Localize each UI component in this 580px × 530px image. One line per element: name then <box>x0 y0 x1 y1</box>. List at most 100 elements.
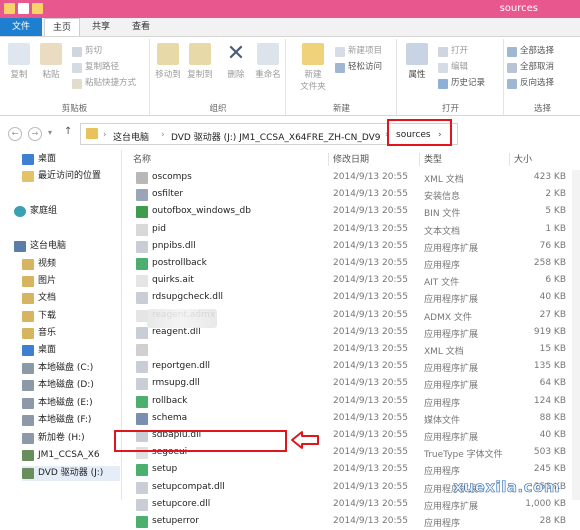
new-folder-button[interactable]: 新建 文件夹 <box>295 43 331 92</box>
nav-jm1-drive[interactable]: JM1_CCSA_X6 <box>22 448 100 463</box>
file-date: 2014/9/13 20:55 <box>333 378 408 389</box>
nav-desktop[interactable]: 桌面 <box>22 152 56 167</box>
file-row[interactable]: postrollback 2014/9/13 20:55 应用程序 258 KB <box>123 256 580 272</box>
new-folder-icon <box>302 43 324 65</box>
easy-access-button[interactable]: 轻松访问 <box>335 61 382 74</box>
history-button[interactable]: 历史记录 <box>438 77 485 90</box>
file-row[interactable]: setup 2014/9/13 20:55 应用程序 245 KB <box>123 462 580 478</box>
file-type: AIT 文件 <box>424 278 460 289</box>
column-size[interactable]: 大小 <box>514 152 532 168</box>
paste-button[interactable]: 粘贴 <box>36 43 66 80</box>
music-folder-icon <box>22 328 34 339</box>
column-separator[interactable] <box>328 153 329 166</box>
new-folder-icon[interactable] <box>32 3 43 14</box>
nav-thispc[interactable]: 这台电脑 <box>14 239 66 254</box>
new-item-button[interactable]: 新建项目 <box>335 45 382 58</box>
file-row[interactable]: setupcore.dll 2014/9/13 20:55 应用程序扩展 1,000 … <box>123 497 580 513</box>
properties-icon[interactable] <box>18 3 29 14</box>
file-name: outofbox_windows_db <box>152 206 251 217</box>
nav-video[interactable]: 视频 <box>22 257 56 272</box>
rename-button[interactable]: 重命名 <box>253 43 283 80</box>
file-size: 258 KB <box>533 258 566 268</box>
file-name: reportgen.dll <box>152 361 211 372</box>
file-row[interactable]: rdsupgcheck.dll 2014/9/13 20:55 应用程序扩展 40 K… <box>123 290 580 306</box>
nav-disk-e[interactable]: 本地磁盘 (E:) <box>22 396 93 411</box>
select-group: 全部选择 全部取消 反向选择 选择 <box>505 39 580 115</box>
highlight-box-sources <box>387 119 452 146</box>
copy-path-button[interactable]: 复制路径 <box>72 61 119 74</box>
file-name: reagent.dll <box>152 326 201 337</box>
file-row[interactable]: 2014/9/13 20:55 XML 文档 15 KB <box>123 342 580 358</box>
column-separator[interactable] <box>419 153 420 166</box>
file-row[interactable]: setuperror 2014/9/13 20:55 应用程序 28 KB <box>123 514 580 530</box>
organize-label: 组织 <box>209 104 227 114</box>
address-row: ← → ▾ ↑ › 这台电脑 › DVD 驱动器 (J:) JM1_CCSA_X… <box>0 118 580 150</box>
nav-disk-f[interactable]: 本地磁盘 (F:) <box>22 413 91 428</box>
file-name: setup <box>152 464 178 475</box>
file-type: TrueType 字体文件 <box>424 450 503 461</box>
file-name: postrollback <box>152 258 207 268</box>
clipboard-group: 复制 粘贴 剪切 复制路径 粘贴快捷方式 剪贴板 <box>0 39 150 115</box>
select-none-button[interactable]: 全部取消 <box>507 61 554 74</box>
open-button[interactable]: 打开 <box>438 45 468 58</box>
paste-icon <box>40 43 62 65</box>
move-to-button[interactable]: 移动到 <box>153 43 183 80</box>
delete-button[interactable]: ✕ 删除 <box>221 43 251 81</box>
drive-icon <box>22 398 34 409</box>
paste-shortcut-button[interactable]: 粘贴快捷方式 <box>72 77 136 90</box>
file-size: 40 KB <box>539 292 566 303</box>
breadcrumb-dvd[interactable]: DVD 驱动器 (J:) JM1_CCSA_X64FRE_ZH-CN_DV9 <box>171 130 381 143</box>
tab-file[interactable]: 文件 <box>0 18 42 36</box>
cut-button[interactable]: 剪切 <box>72 45 102 58</box>
nav-music[interactable]: 音乐 <box>22 326 56 341</box>
copy-button[interactable]: 复制 <box>4 43 34 80</box>
nav-downloads[interactable]: 下载 <box>22 309 56 324</box>
tab-view[interactable]: 查看 <box>124 18 158 36</box>
file-row[interactable]: osfilter 2014/9/13 20:55 安装信息 2 KB <box>123 187 580 203</box>
file-type: 应用程序扩展 <box>424 329 479 340</box>
invert-selection-button[interactable]: 反向选择 <box>507 77 554 90</box>
forward-button[interactable]: → <box>28 127 42 141</box>
file-name: oscomps <box>152 172 192 182</box>
nav-disk-d[interactable]: 本地磁盘 (D:) <box>22 378 94 393</box>
tab-share[interactable]: 共享 <box>84 18 118 36</box>
nav-pictures[interactable]: 图片 <box>22 274 56 289</box>
recent-locations-icon[interactable]: ▾ <box>48 128 52 137</box>
column-separator[interactable] <box>509 153 510 166</box>
nav-dvd-drive[interactable]: DVD 驱动器 (J:) <box>22 466 120 481</box>
nav-homegroup[interactable]: 家庭组 <box>14 204 57 219</box>
column-type[interactable]: 类型 <box>424 152 442 168</box>
file-row[interactable]: pnpibs.dll 2014/9/13 20:55 应用程序扩展 76 KB <box>123 239 580 255</box>
properties-button[interactable]: 属性 <box>402 43 432 80</box>
file-row[interactable]: quirks.ait 2014/9/13 20:55 AIT 文件 6 KB <box>123 273 580 289</box>
scrollbar[interactable] <box>572 170 580 500</box>
history-icon <box>438 78 448 89</box>
file-type: 文本文档 <box>424 226 461 237</box>
nav-disk-c[interactable]: 本地磁盘 (C:) <box>22 361 93 376</box>
nav-recent[interactable]: 最近访问的位置 <box>22 169 101 184</box>
column-name[interactable]: 名称 <box>133 152 151 168</box>
nav-desktop-pc[interactable]: 桌面 <box>22 343 56 358</box>
file-row[interactable]: pid 2014/9/13 20:55 文本文档 1 KB <box>123 222 580 238</box>
edit-button[interactable]: 编辑 <box>438 61 468 74</box>
file-name: osfilter <box>152 189 184 200</box>
file-size: 40 KB <box>539 430 566 440</box>
column-date[interactable]: 修改日期 <box>333 152 369 168</box>
nav-volume-h[interactable]: 新加卷 (H:) <box>22 431 85 446</box>
nav-documents[interactable]: 文档 <box>22 291 56 306</box>
file-row[interactable]: outofbox_windows_db 2014/9/13 20:55 BIN 文件… <box>123 204 580 220</box>
file-name: quirks.ait <box>152 275 194 286</box>
file-row[interactable]: oscomps 2014/9/13 20:55 XML 文档 423 KB <box>123 170 580 186</box>
file-row[interactable]: schema 2014/9/13 20:55 媒体文件 88 KB <box>123 411 580 427</box>
back-button[interactable]: ← <box>8 127 22 141</box>
file-name: pnpibs.dll <box>152 240 196 251</box>
select-all-button[interactable]: 全部选择 <box>507 45 554 58</box>
file-row[interactable]: reportgen.dll 2014/9/13 20:55 应用程序扩展 135 KB <box>123 359 580 375</box>
copy-to-button[interactable]: 复制到 <box>185 43 215 80</box>
file-row[interactable]: rmsupg.dll 2014/9/13 20:55 应用程序扩展 64 KB <box>123 376 580 392</box>
breadcrumb-thispc[interactable]: 这台电脑 <box>113 130 149 143</box>
tab-home[interactable]: 主页 <box>44 18 80 37</box>
file-date: 2014/9/13 20:55 <box>333 189 408 200</box>
file-row[interactable]: rollback 2014/9/13 20:55 应用程序 124 KB <box>123 394 580 410</box>
up-arrow-icon[interactable]: ↑ <box>64 126 72 137</box>
